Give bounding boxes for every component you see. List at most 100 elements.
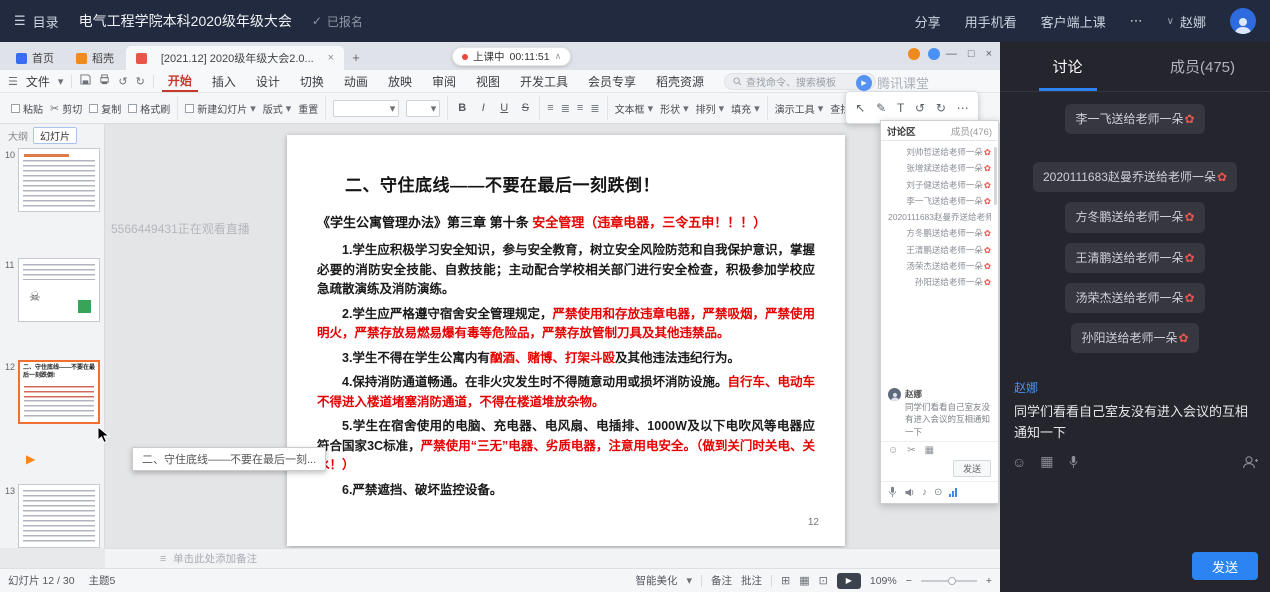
sorter-view-icon[interactable]: ▦ bbox=[799, 574, 809, 587]
bullet-list-icon[interactable]: ≡ bbox=[577, 102, 583, 114]
save-icon[interactable] bbox=[80, 74, 91, 88]
redo-tool-icon[interactable]: ↻ bbox=[936, 101, 946, 115]
zoom-slider[interactable] bbox=[921, 580, 977, 582]
slide-thumbnail-10[interactable] bbox=[18, 148, 100, 212]
speaker-icon[interactable] bbox=[904, 487, 915, 498]
numbered-list-icon[interactable]: ≣ bbox=[590, 102, 599, 115]
paste-button[interactable]: 粘贴 bbox=[11, 101, 43, 116]
comments-toggle[interactable]: 批注 bbox=[741, 573, 762, 588]
cut-button[interactable]: ✂剪切 bbox=[50, 101, 82, 116]
menu-tab[interactable]: 设计 bbox=[250, 70, 286, 92]
image-icon[interactable]: ▦ bbox=[925, 445, 934, 456]
notes-toggle[interactable]: 备注 bbox=[711, 573, 732, 588]
select-tool-icon[interactable]: ↖ bbox=[855, 101, 865, 115]
menu-tab[interactable]: 放映 bbox=[382, 70, 418, 92]
fill-button[interactable]: 填充▾ bbox=[731, 101, 760, 116]
slide-thumbnail-13[interactable] bbox=[18, 484, 100, 548]
close-window-icon[interactable]: × bbox=[986, 48, 992, 60]
italic-button[interactable]: I bbox=[476, 102, 490, 114]
reading-view-icon[interactable]: ⊡ bbox=[819, 574, 828, 587]
align-left-icon[interactable]: ≡ bbox=[547, 102, 553, 114]
share-button[interactable]: 分享 bbox=[915, 12, 941, 31]
print-icon[interactable] bbox=[99, 74, 110, 88]
command-search-input[interactable]: 查找命令、搜索模板 bbox=[724, 73, 876, 90]
format-painter-button[interactable]: 格式刷 bbox=[128, 101, 170, 116]
user-menu[interactable]: ∨ 赵娜 bbox=[1167, 12, 1206, 31]
chat-message-list[interactable]: 李一飞送给老师一朵✿ 2020111683赵曼乔送给老师一朵✿ 方冬鹏送给老师一… bbox=[1000, 92, 1270, 379]
more-button[interactable]: ⋯ bbox=[1130, 13, 1143, 29]
present-tools-button[interactable]: 演示工具▾ bbox=[775, 101, 824, 116]
member-invite-icon[interactable] bbox=[1243, 455, 1258, 469]
more-tools-icon[interactable]: ⋯ bbox=[957, 101, 969, 115]
undo-tool-icon[interactable]: ↺ bbox=[915, 101, 925, 115]
undo-icon[interactable]: ↺ bbox=[118, 75, 127, 88]
underline-button[interactable]: U bbox=[497, 102, 511, 114]
wps-document-tab[interactable]: [2021.12] 2020级年级大会2.0... × bbox=[126, 46, 344, 70]
normal-view-icon[interactable]: ⊞ bbox=[781, 574, 790, 587]
panel-scrollbar[interactable] bbox=[994, 147, 997, 205]
catalog-menu-button[interactable]: ☰ 目录 bbox=[14, 12, 59, 31]
copy-button[interactable]: 复制 bbox=[89, 101, 121, 116]
watch-on-phone-button[interactable]: 用手机看 bbox=[965, 12, 1017, 31]
menu-tab[interactable]: 会员专享 bbox=[582, 70, 642, 92]
new-slide-button[interactable]: 新建幻灯片▾ bbox=[185, 101, 256, 116]
redo-icon[interactable]: ↻ bbox=[136, 75, 145, 88]
notes-bar[interactable]: ≡ 单击此处添加备注 bbox=[105, 548, 1000, 568]
bold-button[interactable]: B bbox=[455, 102, 469, 114]
cut-icon[interactable]: ✂ bbox=[907, 445, 915, 456]
file-menu[interactable]: 文件 bbox=[26, 73, 50, 90]
wps-home-tab[interactable]: 首页 bbox=[6, 46, 64, 70]
minimize-window-icon[interactable]: — bbox=[946, 48, 957, 60]
shape-button[interactable]: 形状▾ bbox=[660, 101, 689, 116]
font-family-select[interactable]: ▾ bbox=[333, 100, 399, 117]
menu-tab[interactable]: 开发工具 bbox=[514, 70, 574, 92]
slide-thumbnail-12-selected[interactable]: 二、守住底线——不要在最后一刻跌倒! bbox=[18, 360, 100, 424]
play-from-slide-button[interactable]: ▶ bbox=[26, 452, 35, 466]
outline-tab[interactable]: 大纲 bbox=[8, 128, 28, 143]
microphone-icon[interactable] bbox=[888, 486, 897, 498]
emoji-icon[interactable]: ☺ bbox=[1012, 454, 1026, 470]
zoom-slider-knob[interactable] bbox=[948, 577, 956, 585]
record-icon[interactable]: ⊙ bbox=[934, 487, 942, 498]
smart-beautify-button[interactable]: 智能美化 bbox=[635, 573, 677, 588]
inner-members-tab[interactable]: 成员(476) bbox=[951, 124, 992, 138]
sync-icon[interactable] bbox=[928, 48, 940, 60]
text-tool-icon[interactable]: T bbox=[897, 101, 904, 115]
client-class-button[interactable]: 客户端上课 bbox=[1041, 12, 1106, 31]
member-icon[interactable] bbox=[908, 48, 920, 60]
new-tab-button[interactable]: + bbox=[346, 46, 366, 70]
menu-tab[interactable]: 切换 bbox=[294, 70, 330, 92]
layout-button[interactable]: 版式▾ bbox=[263, 101, 292, 116]
close-tab-icon[interactable]: × bbox=[328, 52, 334, 64]
slideshow-play-button[interactable]: ▶ bbox=[837, 573, 861, 589]
reset-button[interactable]: 重置 bbox=[298, 101, 318, 116]
pen-tool-icon[interactable]: ✎ bbox=[876, 101, 886, 115]
menu-tab[interactable]: 插入 bbox=[206, 70, 242, 92]
wps-docer-tab[interactable]: 稻壳 bbox=[66, 46, 124, 70]
menu-tab-start[interactable]: 开始 bbox=[162, 70, 198, 92]
zoom-in-button[interactable]: + bbox=[986, 575, 992, 587]
class-status-pill[interactable]: 上课中 00:11:51 ∧ bbox=[452, 47, 571, 66]
menu-tab[interactable]: 稻壳资源 bbox=[650, 70, 710, 92]
slide-thumbnail-11[interactable]: ☠ bbox=[18, 258, 100, 322]
image-icon[interactable]: ▦ bbox=[1040, 453, 1053, 470]
strikethrough-button[interactable]: S bbox=[518, 102, 532, 114]
send-button[interactable]: 发送 bbox=[1192, 552, 1258, 580]
menu-tab[interactable]: 审阅 bbox=[426, 70, 462, 92]
inner-send-button[interactable]: 发送 bbox=[953, 460, 991, 477]
current-slide[interactable]: 二、守住底线——不要在最后一刻跌倒！ 《学生公寓管理办法》第三章 第十条 安全管… bbox=[287, 135, 845, 546]
user-avatar[interactable] bbox=[1230, 8, 1256, 34]
font-size-select[interactable]: ▾ bbox=[406, 100, 440, 117]
maximize-window-icon[interactable]: □ bbox=[968, 48, 975, 60]
chat-input[interactable] bbox=[1000, 474, 1270, 552]
emoji-icon[interactable]: ☺ bbox=[888, 445, 898, 456]
file-menu-dropdown-icon[interactable]: ▾ bbox=[58, 75, 64, 88]
zoom-out-button[interactable]: − bbox=[906, 575, 912, 587]
slides-tab[interactable]: 幻灯片 bbox=[33, 127, 77, 144]
align-center-icon[interactable]: ≣ bbox=[561, 102, 570, 115]
discussion-tab[interactable]: 讨论 bbox=[1000, 42, 1135, 91]
inner-discussion-tab[interactable]: 讨论区 bbox=[887, 124, 916, 138]
menu-tab[interactable]: 视图 bbox=[470, 70, 506, 92]
members-tab[interactable]: 成员(475) bbox=[1135, 42, 1270, 91]
menu-tab[interactable]: 动画 bbox=[338, 70, 374, 92]
